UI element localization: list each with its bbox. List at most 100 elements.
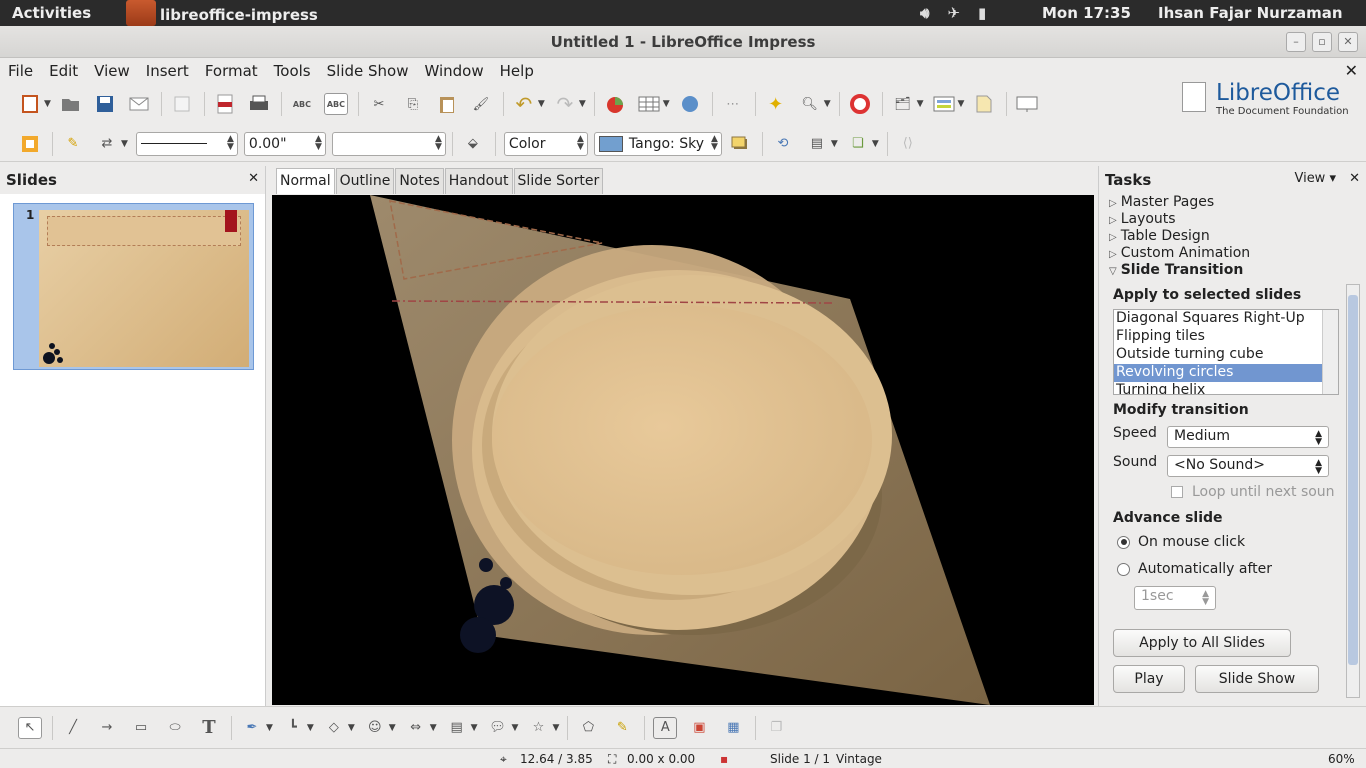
curve-dropdown-icon[interactable]: ▼ xyxy=(266,723,273,733)
navigator-icon[interactable]: 🗂︎ xyxy=(891,93,915,115)
flowchart-icon[interactable]: ▤ xyxy=(445,717,469,739)
apply-to-all-slides-button[interactable]: Apply to All Slides xyxy=(1113,629,1291,657)
menu-file[interactable]: File xyxy=(8,62,33,80)
line-icon[interactable]: ✎ xyxy=(61,133,85,155)
line-tool-icon[interactable]: ╱ xyxy=(61,717,85,739)
rectangle-icon[interactable]: ▭ xyxy=(129,717,153,739)
curve-icon[interactable]: ✒ xyxy=(240,717,264,739)
points-icon[interactable]: ⬠ xyxy=(576,717,600,739)
extrusion-icon[interactable]: ❐ xyxy=(764,717,788,739)
glue-points-icon[interactable]: ✎ xyxy=(610,717,634,739)
fontwork-icon[interactable]: A xyxy=(653,716,678,739)
menu-format[interactable]: Format xyxy=(205,62,258,80)
zoom-icon[interactable]: 🔍︎ xyxy=(798,93,822,115)
line-arrow-icon[interactable]: → xyxy=(95,717,119,739)
save-icon[interactable] xyxy=(93,93,117,115)
slide-show-button[interactable]: Slide Show xyxy=(1195,665,1319,693)
help-icon[interactable] xyxy=(848,93,872,115)
chart-icon[interactable] xyxy=(603,93,627,115)
export-pdf-icon[interactable] xyxy=(213,93,237,115)
paste-icon[interactable] xyxy=(435,93,459,115)
redo-icon[interactable]: ↷ xyxy=(553,92,577,116)
slide-layout-icon[interactable] xyxy=(932,93,956,115)
close-icon[interactable]: ✕ xyxy=(1338,32,1358,52)
stars-icon[interactable]: ☆ xyxy=(526,717,550,739)
print-icon[interactable] xyxy=(247,93,271,115)
close-icon[interactable]: ✕ xyxy=(248,171,259,186)
menu-window[interactable]: Window xyxy=(424,62,483,80)
menu-view[interactable]: View xyxy=(94,62,130,80)
basic-shapes-icon[interactable]: ◇ xyxy=(322,717,346,739)
menu-insert[interactable]: Insert xyxy=(146,62,189,80)
arrange-icon[interactable]: ❏ xyxy=(846,133,870,155)
callout-icon[interactable]: 💬︎ xyxy=(486,717,510,739)
section-table-design[interactable]: ▷ Table Design xyxy=(1099,228,1366,245)
tab-notes[interactable]: Notes xyxy=(395,168,444,194)
image-icon[interactable] xyxy=(678,93,702,115)
document-modified-icon[interactable]: ▪ xyxy=(720,752,728,766)
zoom-level[interactable]: 60% xyxy=(1328,752,1355,766)
loop-sound-checkbox[interactable]: Loop until next soun xyxy=(1171,484,1335,500)
undo-icon[interactable]: ↶ xyxy=(512,92,536,116)
new-document-icon[interactable] xyxy=(18,93,42,115)
shapes-dropdown-icon[interactable]: ▼ xyxy=(348,723,355,733)
slide-editing-canvas[interactable] xyxy=(272,195,1094,705)
auto-time-field[interactable]: 1sec ▲ ▼ xyxy=(1134,586,1216,610)
insert-video-icon[interactable]: ▦ xyxy=(721,717,745,739)
autospellcheck-icon[interactable]: ABC xyxy=(323,93,348,115)
user-menu[interactable]: Ihsan Fajar Nurzaman xyxy=(1158,4,1343,22)
menu-tools[interactable]: Tools xyxy=(274,62,311,80)
section-master-pages[interactable]: ▷ Master Pages xyxy=(1099,194,1366,211)
connector-dropdown-icon[interactable]: ▼ xyxy=(307,723,314,733)
play-button[interactable]: Play xyxy=(1113,665,1185,693)
line-style-select[interactable]: ▲ ▼ xyxy=(135,131,238,156)
start-slideshow-icon[interactable] xyxy=(1015,93,1039,115)
tab-normal[interactable]: Normal xyxy=(276,168,335,194)
copy-icon[interactable]: ⎘ xyxy=(401,93,425,115)
connector-icon[interactable]: ┗ xyxy=(281,717,305,739)
area-color-select[interactable]: Tango: Sky ▲ ▼ xyxy=(593,131,722,156)
table-icon[interactable] xyxy=(637,93,661,115)
arrow-style-icon[interactable]: ⇄ xyxy=(95,133,119,155)
spellcheck-icon[interactable]: ABC xyxy=(290,93,314,115)
line-width-field[interactable]: 0.00" ▲ ▼ xyxy=(243,131,326,156)
select-format-icon[interactable] xyxy=(18,133,42,155)
flowchart-dropdown-icon[interactable]: ▼ xyxy=(471,723,478,733)
menu-help[interactable]: Help xyxy=(500,62,534,80)
redo-dropdown-icon[interactable]: ▼ xyxy=(579,99,586,109)
app-menu[interactable]: libreoffice-impress xyxy=(126,0,318,26)
grid-icon[interactable]: ⋯ xyxy=(721,93,745,115)
ellipse-icon[interactable]: ⬭ xyxy=(163,717,187,739)
new-dropdown-icon[interactable]: ▼ xyxy=(44,99,51,109)
clock[interactable]: Mon 17:35 xyxy=(1042,4,1131,22)
open-icon[interactable] xyxy=(59,93,83,115)
edit-file-icon[interactable] xyxy=(170,93,194,115)
battery-icon[interactable]: ▮ xyxy=(978,4,986,22)
shadow-icon[interactable] xyxy=(728,133,752,155)
speed-select[interactable]: Medium ▲ ▼ xyxy=(1167,426,1329,448)
maximize-icon[interactable]: ▫ xyxy=(1312,32,1332,52)
arrows-dropdown-icon[interactable]: ▼ xyxy=(430,723,437,733)
slide-thumbnail-selected[interactable]: 1 xyxy=(13,203,254,370)
arrow-style-dropdown-icon[interactable]: ▼ xyxy=(121,139,128,149)
volume-icon[interactable]: 🔊︎ xyxy=(920,4,929,22)
cut-icon[interactable]: ✂ xyxy=(367,93,391,115)
effect-item[interactable]: Outside turning cube xyxy=(1114,346,1338,364)
text-icon[interactable]: T xyxy=(197,717,221,739)
effects-scrollbar[interactable] xyxy=(1322,310,1338,394)
zoom-dropdown-icon[interactable]: ▼ xyxy=(824,99,831,109)
close-document-icon[interactable]: ✕ xyxy=(1345,61,1358,80)
block-arrows-icon[interactable]: ⇔ xyxy=(404,717,428,739)
minimize-icon[interactable]: – xyxy=(1286,32,1306,52)
network-icon[interactable]: ✈︎ xyxy=(947,4,960,22)
arrange-dropdown-icon[interactable]: ▼ xyxy=(872,139,879,149)
stars-dropdown-icon[interactable]: ▼ xyxy=(552,723,559,733)
undo-dropdown-icon[interactable]: ▼ xyxy=(538,99,545,109)
tasks-view-menu[interactable]: View ▾ xyxy=(1294,171,1336,186)
effect-item[interactable]: Flipping tiles xyxy=(1114,328,1338,346)
code-toggle-icon[interactable]: ⟨⟩ xyxy=(896,133,920,155)
menu-edit[interactable]: Edit xyxy=(49,62,78,80)
symbol-shapes-icon[interactable]: ☺ xyxy=(363,717,387,739)
navigator-dropdown-icon[interactable]: ▼ xyxy=(917,99,924,109)
on-mouse-click-radio[interactable]: On mouse click xyxy=(1117,534,1245,550)
